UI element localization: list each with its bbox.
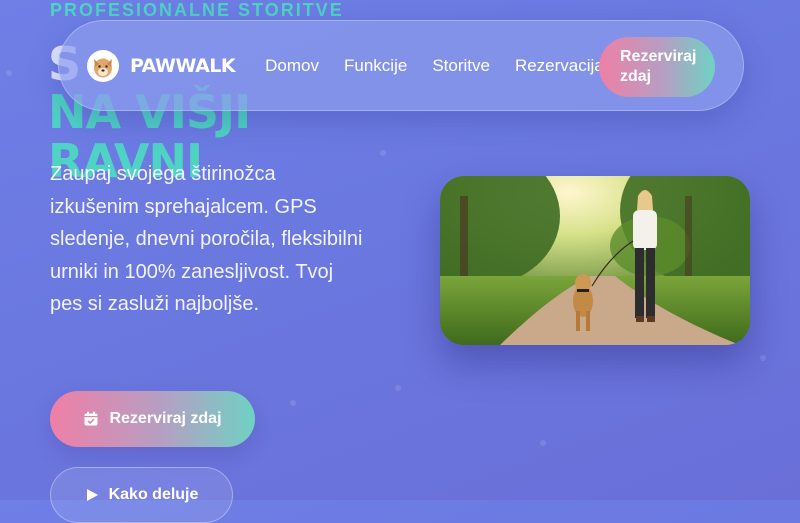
navbar: PAWWALK Domov Funkcije Storitve Rezervac… [58, 20, 744, 111]
nav-link-domov[interactable]: Domov [265, 56, 319, 76]
how-it-works-label: Kako deluje [108, 486, 199, 503]
nav-book-label-1: Rezerviraj [620, 48, 697, 65]
brand[interactable]: PAWWALK [87, 49, 236, 82]
nav-link-storitve[interactable]: Storitve [432, 56, 490, 76]
how-it-works-button[interactable]: Kako deluje [50, 467, 233, 523]
nav-link-funkcije[interactable]: Funkcije [344, 56, 407, 76]
dog-face-icon [87, 49, 119, 82]
hero-eyebrow: PROFESIONALNE STORITVE [50, 0, 344, 20]
nav-link-rezervacija[interactable]: Rezervacija [515, 56, 604, 76]
hero-photo [440, 176, 750, 345]
nav-book-label-2: zdaj [620, 68, 652, 85]
background-dot [540, 440, 546, 446]
book-now-label: Rezerviraj zdaj [109, 410, 222, 427]
hero-lead: Zaupaj svojega štirinožca izkušenim spre… [50, 163, 363, 315]
background-dot [395, 385, 401, 391]
background-dot [760, 355, 766, 361]
nav-links: Domov Funkcije Storitve Rezervacija [265, 56, 629, 76]
brand-name: PAWWALK [130, 54, 236, 77]
nav-book-button[interactable]: Rezerviraj zdaj [599, 37, 715, 97]
background-dot [380, 150, 386, 156]
background-dot [6, 70, 12, 76]
book-now-button[interactable]: Rezerviraj zdaj [50, 391, 255, 447]
calendar-check-icon [83, 411, 99, 427]
background-dot [290, 400, 296, 406]
